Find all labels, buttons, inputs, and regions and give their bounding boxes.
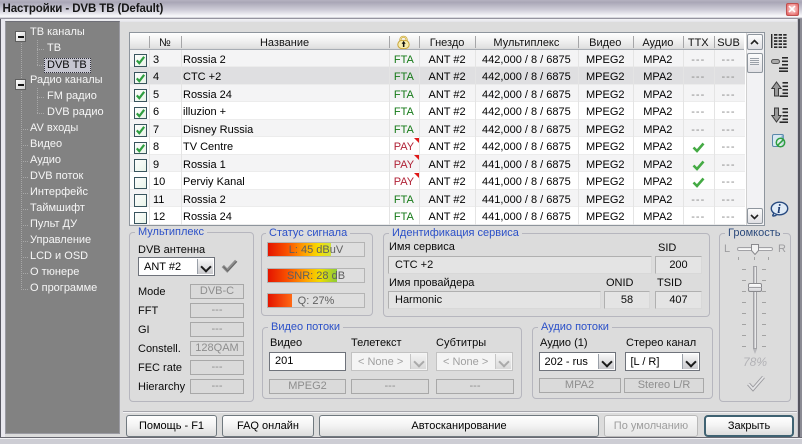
svg-text:i: i xyxy=(777,202,781,216)
